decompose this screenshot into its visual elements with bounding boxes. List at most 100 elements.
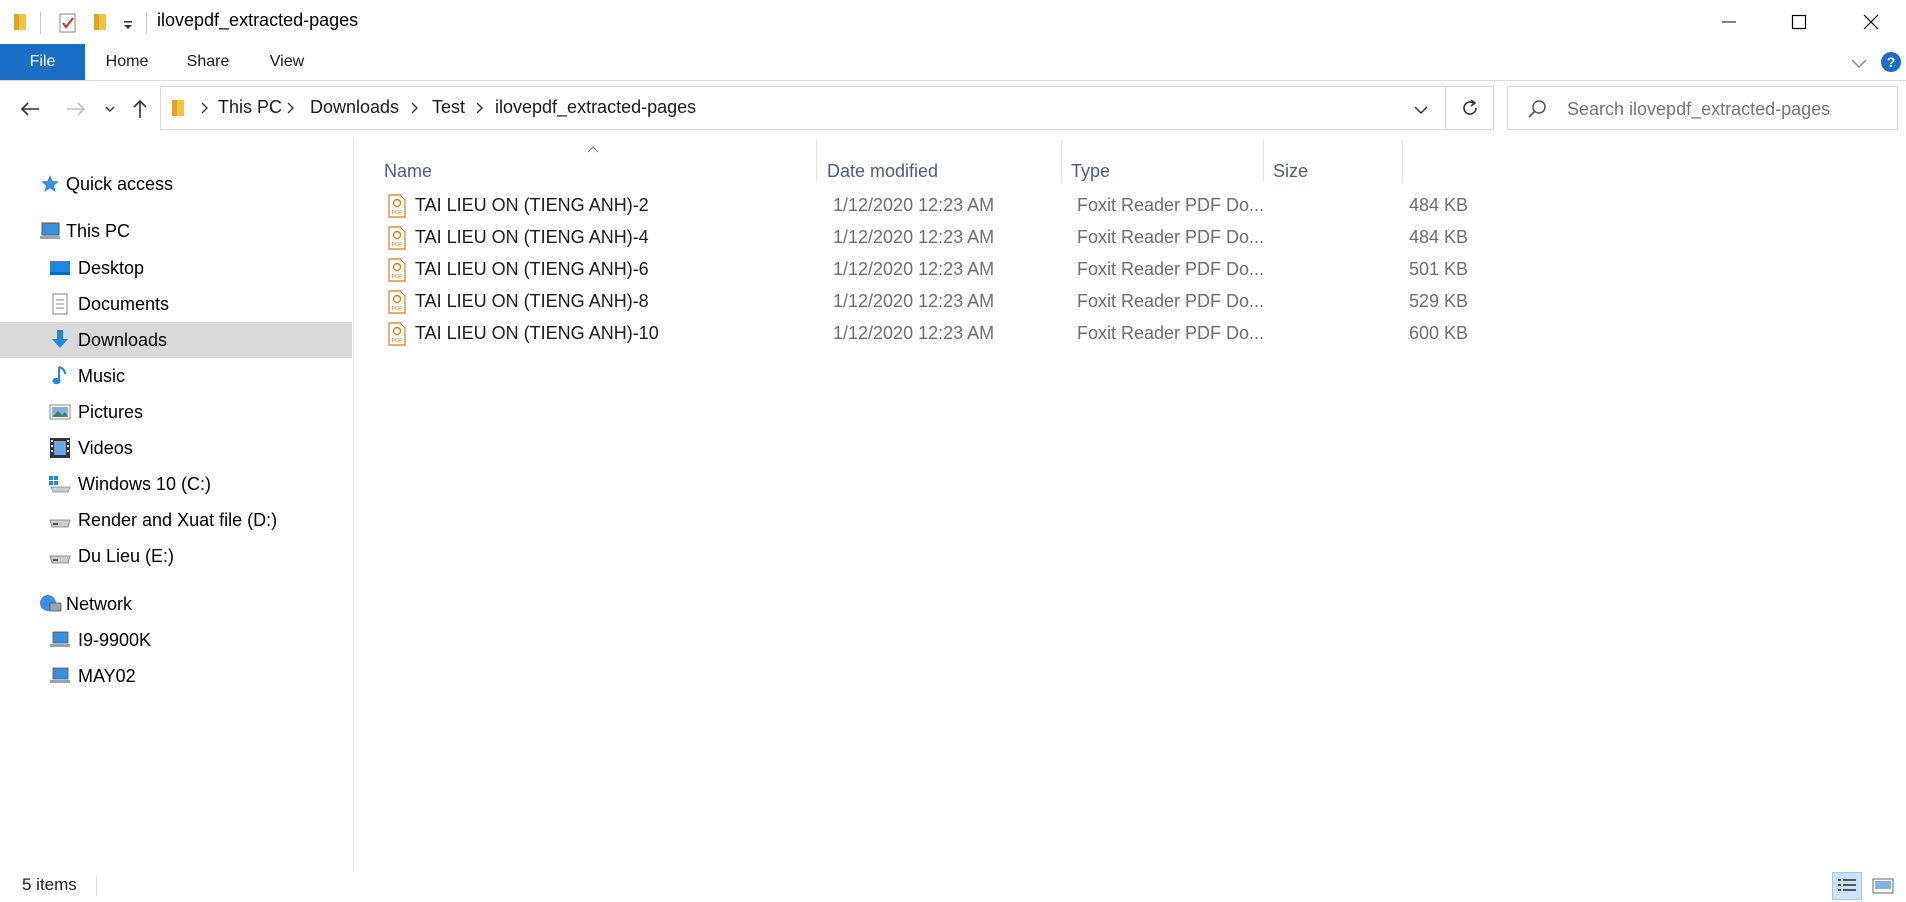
- up-arrow-icon: [133, 99, 147, 118]
- column-header-type[interactable]: Type: [1071, 150, 1110, 192]
- nav-item-label: Quick access: [66, 173, 174, 194]
- ribbon: File Home Share View ?: [0, 44, 1906, 81]
- file-name: TAI LIEU ON (TIENG ANH)-8: [415, 291, 649, 311]
- breadcrumb-current-folder[interactable]: ilovepdf_extracted-pages: [495, 97, 696, 118]
- search-icon: [1526, 98, 1548, 125]
- file-row[interactable]: PDF TAI LIEU ON (TIENG ANH)-2 1/12/2020 …: [379, 190, 1757, 222]
- large-icons-view-icon: [1872, 878, 1894, 894]
- network-icon: [38, 592, 62, 616]
- column-separator[interactable]: [1263, 140, 1264, 182]
- file-type: Foxit Reader PDF Do...: [1077, 291, 1265, 311]
- help-icon[interactable]: ?: [1880, 51, 1902, 78]
- breadcrumb-this-pc[interactable]: This PC: [218, 97, 282, 118]
- file-row[interactable]: PDF TAI LIEU ON (TIENG ANH)-8 1/12/2020 …: [379, 286, 1757, 318]
- nav-item-label: Desktop: [78, 257, 145, 278]
- window-title: ilovepdf_extracted-pages: [157, 10, 359, 30]
- new-folder-icon[interactable]: [92, 12, 110, 37]
- nav-item-label: Render and Xuat file (D:): [78, 509, 278, 530]
- title-bar: ilovepdf_extracted-pages: [0, 0, 1906, 44]
- nav-item-label: Pictures: [78, 401, 144, 422]
- properties-icon[interactable]: [58, 12, 78, 39]
- expand-ribbon-icon[interactable]: [1850, 56, 1868, 74]
- status-separator: [96, 876, 97, 896]
- file-date: 1/12/2020 12:23 AM: [833, 259, 995, 279]
- forward-button[interactable]: [60, 90, 92, 128]
- nav-item-downloads[interactable]: Downloads: [0, 322, 352, 358]
- item-count: 5 items: [22, 875, 77, 894]
- tab-file[interactable]: File: [0, 44, 85, 80]
- chevron-right-icon[interactable]: [409, 101, 419, 120]
- nav-item-label: Du Lieu (E:): [78, 545, 175, 566]
- computer-icon: [38, 219, 62, 243]
- file-type: Foxit Reader PDF Do...: [1077, 323, 1265, 343]
- file-size: 484 KB: [1408, 227, 1468, 247]
- network-computer-icon: [48, 664, 72, 688]
- nav-item-drive-d[interactable]: Render and Xuat file (D:): [0, 502, 352, 538]
- breadcrumb-downloads[interactable]: Downloads: [310, 97, 399, 118]
- tab-view[interactable]: View: [257, 44, 317, 80]
- svg-text:PDF: PDF: [392, 306, 404, 312]
- pdf-file-icon: PDF: [387, 322, 407, 351]
- column-header-date[interactable]: Date modified: [827, 150, 938, 192]
- navigation-pane: Quick access This PC Desktop Documents D…: [0, 140, 352, 870]
- column-header-name[interactable]: Name: [384, 150, 432, 192]
- file-row[interactable]: PDF TAI LIEU ON (TIENG ANH)-6 1/12/2020 …: [379, 254, 1757, 286]
- nav-item-network[interactable]: Network: [0, 586, 352, 622]
- nav-item-quick-access[interactable]: Quick access: [0, 166, 352, 202]
- file-date: 1/12/2020 12:23 AM: [833, 195, 995, 215]
- file-row[interactable]: PDF TAI LIEU ON (TIENG ANH)-4 1/12/2020 …: [379, 222, 1757, 254]
- close-button[interactable]: [1836, 0, 1906, 44]
- chevron-right-icon[interactable]: [199, 101, 209, 120]
- customize-toolbar-icon[interactable]: [122, 18, 134, 36]
- nav-item-documents[interactable]: Documents: [0, 286, 352, 322]
- maximize-button[interactable]: [1764, 0, 1834, 44]
- chevron-right-icon[interactable]: [474, 101, 484, 120]
- nav-item-pictures[interactable]: Pictures: [0, 394, 352, 430]
- chevron-right-icon[interactable]: [285, 101, 295, 120]
- file-date: 1/12/2020 12:23 AM: [833, 291, 995, 311]
- file-type: Foxit Reader PDF Do...: [1077, 259, 1265, 279]
- nav-item-label: Downloads: [78, 329, 168, 350]
- nav-item-label: Videos: [78, 437, 133, 458]
- nav-item-videos[interactable]: Videos: [0, 430, 352, 466]
- search-box[interactable]: [1507, 86, 1898, 130]
- download-icon: [48, 328, 72, 352]
- address-bar[interactable]: This PC Downloads Test ilovepdf_extracte…: [160, 86, 1446, 130]
- refresh-button[interactable]: [1446, 86, 1494, 130]
- nav-item-this-pc[interactable]: This PC: [0, 213, 352, 249]
- tab-home[interactable]: Home: [95, 44, 159, 80]
- details-view-button[interactable]: [1832, 872, 1862, 900]
- nav-item-music[interactable]: Music: [0, 358, 352, 394]
- minimize-button[interactable]: [1694, 0, 1764, 44]
- column-separator[interactable]: [1061, 140, 1062, 182]
- breadcrumb-test[interactable]: Test: [432, 97, 465, 118]
- column-separator[interactable]: [816, 140, 817, 182]
- nav-item-i9-9900k[interactable]: I9-9900K: [0, 622, 352, 658]
- column-separator[interactable]: [1402, 140, 1403, 182]
- nav-item-may02[interactable]: MAY02: [0, 658, 352, 694]
- back-button[interactable]: [14, 90, 46, 128]
- svg-text:?: ?: [1887, 54, 1896, 70]
- nav-item-label: Documents: [78, 293, 170, 314]
- large-icons-view-button[interactable]: [1868, 872, 1898, 900]
- up-button[interactable]: [126, 90, 154, 128]
- search-input[interactable]: [1565, 96, 1889, 122]
- file-date: 1/12/2020 12:23 AM: [833, 323, 995, 343]
- chevron-down-icon: [1414, 106, 1428, 115]
- recent-locations-button[interactable]: [100, 90, 120, 128]
- column-header-row: Name Date modified Type Size: [354, 140, 1906, 192]
- drive-icon: [48, 508, 72, 532]
- folder-icon[interactable]: [12, 12, 30, 37]
- file-size: 600 KB: [1408, 323, 1468, 343]
- videos-icon: [48, 436, 72, 460]
- file-size: 501 KB: [1408, 259, 1468, 279]
- file-row[interactable]: PDF TAI LIEU ON (TIENG ANH)-10 1/12/2020…: [379, 318, 1757, 350]
- tab-share[interactable]: Share: [175, 44, 241, 80]
- address-history-dropdown[interactable]: [1413, 103, 1429, 121]
- nav-item-drive-c[interactable]: Windows 10 (C:): [0, 466, 352, 502]
- network-computer-icon: [48, 628, 72, 652]
- nav-item-drive-e[interactable]: Du Lieu (E:): [0, 538, 352, 574]
- column-header-size[interactable]: Size: [1273, 150, 1308, 192]
- nav-item-desktop[interactable]: Desktop: [0, 250, 352, 286]
- nav-item-label: Music: [78, 365, 126, 386]
